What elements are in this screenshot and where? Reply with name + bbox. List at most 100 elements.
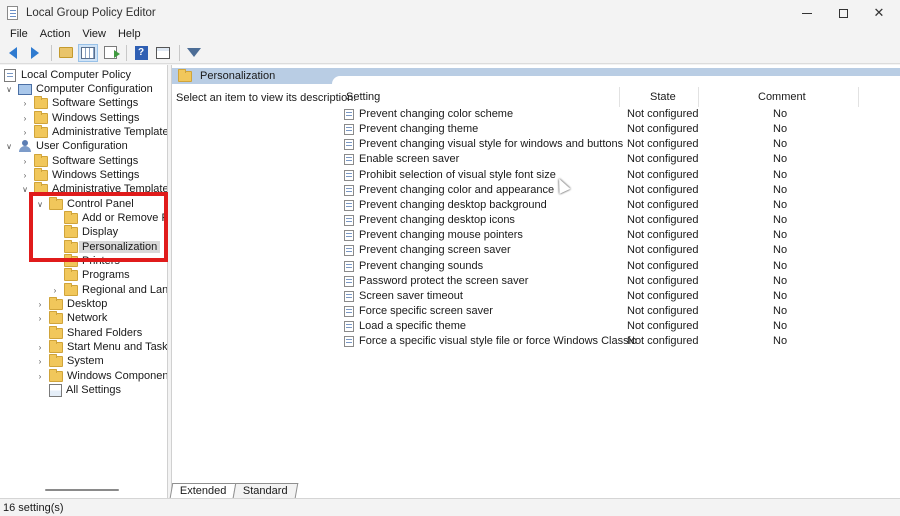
tree-item-computer-configuration[interactable]: ∨ Computer Configuration bbox=[4, 82, 153, 96]
forward-icon bbox=[31, 46, 39, 59]
chevron-right-icon[interactable]: › bbox=[20, 157, 30, 166]
help-button[interactable]: ? bbox=[131, 44, 151, 62]
policy-setting-icon bbox=[344, 215, 354, 226]
menu-action[interactable]: Action bbox=[34, 28, 77, 40]
chevron-down-icon[interactable]: ∨ bbox=[4, 142, 14, 151]
all-settings-icon bbox=[49, 383, 62, 397]
tree-item-shared-folders[interactable]: Shared Folders bbox=[49, 325, 142, 340]
tree-item-windows-settings[interactable]: › Windows Settings bbox=[20, 110, 139, 125]
tree-item-administrative-templates[interactable]: ∨ Administrative Templates bbox=[20, 181, 167, 196]
column-divider[interactable] bbox=[698, 87, 699, 107]
table-row[interactable]: Prevent changing desktop background Not c… bbox=[344, 198, 864, 213]
table-row[interactable]: Enable screen saver Not configured No bbox=[344, 152, 864, 167]
menu-file[interactable]: File bbox=[4, 28, 34, 40]
chevron-down-icon[interactable]: ∨ bbox=[4, 85, 14, 94]
table-row[interactable]: Prevent changing color scheme Not configu… bbox=[344, 107, 864, 122]
tree-horizontal-scrollbar[interactable] bbox=[45, 489, 119, 491]
tree-item-control-panel[interactable]: ∨ Control Panel bbox=[35, 196, 134, 211]
tab-standard[interactable]: Standard bbox=[233, 483, 299, 498]
folder-icon bbox=[34, 110, 48, 124]
chevron-right-icon[interactable]: › bbox=[20, 128, 30, 137]
policy-setting-icon bbox=[344, 200, 354, 211]
tree-item-printers[interactable]: Printers bbox=[64, 253, 120, 268]
chevron-right-icon[interactable]: › bbox=[50, 286, 60, 295]
properties-button[interactable] bbox=[153, 44, 173, 62]
tree-item-software-settings[interactable]: › Software Settings bbox=[20, 95, 139, 110]
table-row[interactable]: Screen saver timeout Not configured No bbox=[344, 289, 864, 304]
maximize-icon bbox=[838, 8, 848, 18]
column-header-state[interactable]: State bbox=[650, 89, 676, 105]
tree-item-software-settings[interactable]: › Software Settings bbox=[20, 153, 138, 168]
folder-icon bbox=[64, 282, 78, 296]
tree-item-desktop[interactable]: › Desktop bbox=[35, 296, 107, 311]
tree-item-regional-and-language[interactable]: › Regional and Langu bbox=[50, 282, 167, 297]
up-one-level-button[interactable] bbox=[56, 44, 76, 62]
show-hide-tree-button[interactable] bbox=[78, 43, 98, 62]
tree-item-programs[interactable]: Programs bbox=[64, 267, 130, 282]
chevron-down-icon[interactable]: ∨ bbox=[35, 200, 45, 209]
policy-setting-icon bbox=[344, 306, 354, 317]
tree-item-network[interactable]: › Network bbox=[35, 310, 107, 325]
table-row[interactable]: Prevent changing color and appearance Not… bbox=[344, 183, 864, 198]
setting-state: Not configured bbox=[627, 335, 699, 347]
chevron-down-icon[interactable]: ∨ bbox=[20, 185, 30, 194]
table-row[interactable]: Prevent changing desktop icons Not config… bbox=[344, 213, 864, 228]
table-row[interactable]: Load a specific theme Not configured No bbox=[344, 319, 864, 334]
menu-help[interactable]: Help bbox=[112, 28, 147, 40]
forward-button[interactable] bbox=[25, 44, 45, 62]
tree-item-windows-settings[interactable]: › Windows Settings bbox=[20, 167, 139, 182]
table-row[interactable]: Prohibit selection of visual style font … bbox=[344, 168, 864, 183]
toolbar-separator bbox=[126, 44, 127, 61]
setting-state: Not configured bbox=[627, 199, 699, 211]
tree-item-administrative-templates[interactable]: › Administrative Templates bbox=[20, 124, 167, 139]
export-list-button[interactable] bbox=[100, 44, 120, 62]
policy-setting-icon bbox=[344, 245, 354, 256]
setting-name: Prevent changing desktop background bbox=[359, 199, 547, 211]
close-button[interactable]: ✕ bbox=[862, 0, 896, 26]
chevron-right-icon[interactable]: › bbox=[20, 114, 30, 123]
chevron-right-icon[interactable]: › bbox=[35, 300, 45, 309]
column-divider[interactable] bbox=[619, 87, 620, 107]
table-row[interactable]: Force a specific visual style file or fo… bbox=[344, 334, 864, 349]
table-row[interactable]: Prevent changing sounds Not configured No bbox=[344, 259, 864, 274]
chevron-right-icon[interactable]: › bbox=[35, 343, 45, 352]
table-row[interactable]: Prevent changing screen saver Not configu… bbox=[344, 243, 864, 258]
table-row[interactable]: Prevent changing visual style for window… bbox=[344, 137, 864, 152]
chevron-right-icon[interactable]: › bbox=[35, 372, 45, 381]
tree-item-display[interactable]: Display bbox=[64, 224, 118, 239]
tree-item-all-settings[interactable]: All Settings bbox=[49, 383, 121, 397]
tab-extended[interactable]: Extended bbox=[169, 483, 237, 498]
tree-item-user-configuration[interactable]: ∨ User Configuration bbox=[4, 139, 128, 153]
table-row[interactable]: Prevent changing theme Not configured No bbox=[344, 122, 864, 137]
tree-item-start-menu-and-taskbar[interactable]: › Start Menu and Taskbar bbox=[35, 339, 167, 354]
column-header-setting[interactable]: Setting bbox=[346, 89, 380, 105]
maximize-button[interactable] bbox=[826, 0, 860, 26]
tree-item-personalization[interactable]: Personalization bbox=[64, 239, 161, 254]
folder-icon bbox=[49, 325, 63, 339]
policy-setting-icon bbox=[344, 185, 354, 196]
column-divider[interactable] bbox=[858, 87, 859, 107]
chevron-right-icon[interactable]: › bbox=[35, 357, 45, 366]
minimize-button[interactable] bbox=[790, 0, 824, 26]
tree-item-label: Programs bbox=[82, 269, 130, 281]
tree-item-windows-components[interactable]: › Windows Components bbox=[35, 368, 167, 383]
chevron-right-icon[interactable]: › bbox=[35, 314, 45, 323]
tree-pane[interactable]: Local Computer Policy ∨ Computer Configu… bbox=[0, 65, 168, 498]
table-row[interactable]: Password protect the screen saver Not con… bbox=[344, 274, 864, 289]
tree-item-label: Software Settings bbox=[52, 97, 139, 109]
chevron-right-icon[interactable]: › bbox=[20, 171, 30, 180]
tree-item-label: All Settings bbox=[66, 384, 122, 396]
column-header-comment[interactable]: Comment bbox=[758, 89, 806, 105]
tree-item-add-or-remove-programs[interactable]: Add or Remove Pro bbox=[64, 210, 167, 225]
gpedit-app-icon bbox=[6, 6, 20, 20]
policy-setting-icon bbox=[344, 124, 354, 135]
filter-button[interactable] bbox=[184, 44, 204, 62]
tree-item-system[interactable]: › System bbox=[35, 353, 104, 368]
chevron-right-icon[interactable]: › bbox=[20, 99, 30, 108]
table-row[interactable]: Force specific screen saver Not configure… bbox=[344, 304, 864, 319]
tree-item-local-computer-policy[interactable]: Local Computer Policy bbox=[4, 68, 131, 82]
menu-view[interactable]: View bbox=[76, 28, 112, 40]
table-row[interactable]: Prevent changing mouse pointers Not confi… bbox=[344, 228, 864, 243]
tree-item-label: Personalization bbox=[79, 241, 161, 253]
back-button[interactable] bbox=[3, 44, 23, 62]
